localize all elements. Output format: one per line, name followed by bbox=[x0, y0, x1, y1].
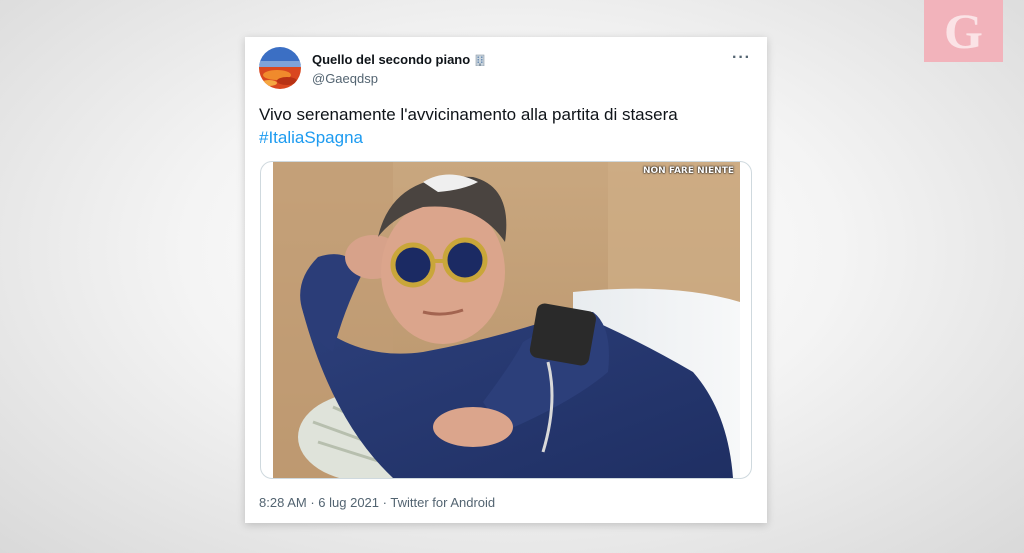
user-handle[interactable]: @Gaeqdsp bbox=[312, 71, 486, 86]
tweet-source[interactable]: Twitter for Android bbox=[390, 495, 495, 510]
media-watermark: NON FARE NIENTE bbox=[643, 166, 734, 176]
hashtag-link[interactable]: #ItaliaSpagna bbox=[259, 126, 678, 149]
user-info: Quello del secondo piano @Gaeqdsp bbox=[312, 52, 486, 86]
tweet-body: Vivo serenamente l'avvicinamento alla pa… bbox=[259, 105, 678, 124]
tweet-text: Vivo serenamente l'avvicinamento alla pa… bbox=[259, 103, 678, 149]
tweet-meta: 8:28 AM · 6 lug 2021 · Twitter for Andro… bbox=[259, 495, 495, 510]
display-name-row[interactable]: Quello del secondo piano bbox=[312, 52, 486, 67]
tweet-time[interactable]: 8:28 AM bbox=[259, 495, 307, 510]
channel-logo: G bbox=[924, 0, 1003, 62]
meta-separator-1: · bbox=[310, 495, 315, 510]
tweet-card: Quello del secondo piano @Gaeqdsp ··· Vi… bbox=[245, 37, 767, 523]
more-options-button[interactable]: ··· bbox=[732, 49, 751, 67]
meta-separator-2: · bbox=[382, 495, 387, 510]
display-name[interactable]: Quello del secondo piano bbox=[312, 52, 470, 67]
avatar[interactable] bbox=[259, 47, 301, 89]
media-frame[interactable]: NON FARE NIENTE bbox=[260, 161, 752, 479]
channel-logo-letter: G bbox=[944, 3, 983, 59]
tweet-photo[interactable]: NON FARE NIENTE bbox=[273, 162, 740, 478]
office-building-icon bbox=[474, 54, 486, 66]
tweet-date[interactable]: 6 lug 2021 bbox=[318, 495, 379, 510]
